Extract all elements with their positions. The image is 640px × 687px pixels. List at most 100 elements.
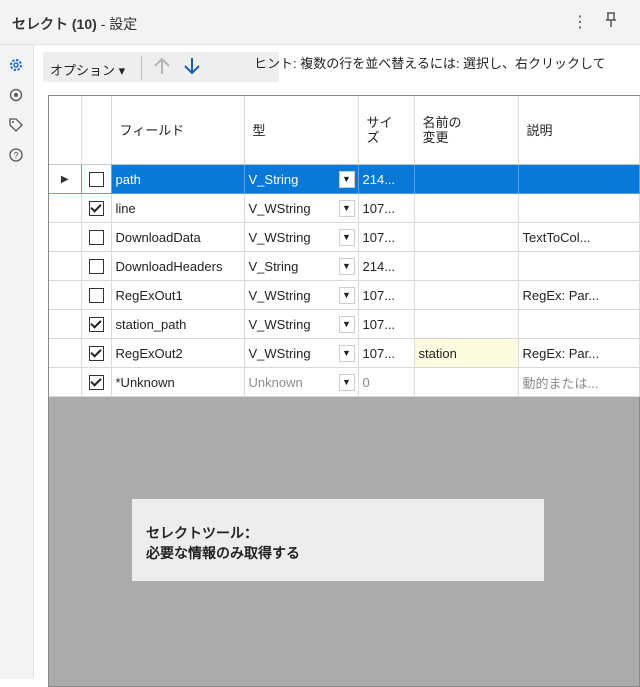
select-checkbox-cell[interactable] <box>81 164 112 194</box>
field-name-cell[interactable]: station_path <box>111 309 245 339</box>
table-row[interactable]: *Unknown Unknown ▼ 0 動的または... <box>49 367 640 397</box>
chevron-down-icon[interactable]: ▼ <box>338 200 355 217</box>
rename-cell[interactable] <box>414 193 519 223</box>
select-checkbox-cell[interactable] <box>81 338 112 368</box>
table-row[interactable]: station_path V_WString ▼ 107... <box>49 309 640 339</box>
size-cell[interactable]: 107... <box>358 309 415 339</box>
target-icon[interactable] <box>8 87 24 103</box>
gear-icon[interactable] <box>8 57 24 73</box>
chevron-down-icon[interactable]: ▼ <box>338 287 355 304</box>
header-type[interactable]: 型 <box>244 96 359 165</box>
type-cell[interactable]: V_WString ▼ <box>244 193 359 223</box>
rename-cell[interactable] <box>414 164 519 194</box>
field-name-cell[interactable]: RegExOut1 <box>111 280 245 310</box>
help-icon[interactable]: ? <box>8 147 24 163</box>
select-checkbox[interactable] <box>88 317 104 333</box>
table-row[interactable]: ▶ path V_String ▼ 214... <box>49 164 640 194</box>
field-table: フィールド 型 サイズ 名前の 変更 説明 ▶ path V_String ▼ 21… <box>49 96 640 397</box>
select-checkbox-cell[interactable] <box>81 280 112 310</box>
row-header-corner <box>49 96 82 165</box>
select-checkbox-cell[interactable] <box>81 193 112 223</box>
size-cell[interactable]: 0 <box>358 367 415 397</box>
field-name-cell[interactable]: line <box>111 193 245 223</box>
description-cell[interactable]: TextToCol... <box>518 222 640 252</box>
description-cell[interactable] <box>518 251 640 281</box>
size-cell[interactable]: 107... <box>358 280 415 310</box>
arrow-up-icon[interactable] <box>151 55 173 82</box>
select-checkbox-cell[interactable] <box>81 251 112 281</box>
table-row[interactable]: RegExOut1 V_WString ▼ 107... RegEx: Par..… <box>49 280 640 310</box>
rename-cell[interactable]: station <box>414 338 519 368</box>
tag-icon[interactable] <box>8 117 24 133</box>
table-row[interactable]: line V_WString ▼ 107... <box>49 193 640 223</box>
options-dropdown[interactable]: オプション ▾ <box>50 60 125 79</box>
size-cell[interactable]: 214... <box>358 251 415 281</box>
description-cell[interactable]: RegEx: Par... <box>518 338 640 368</box>
kebab-menu-icon[interactable]: ⋮ <box>572 12 588 32</box>
table-row[interactable]: RegExOut2 V_WString ▼ 107... station RegE… <box>49 338 640 368</box>
header-size[interactable]: サイズ <box>358 96 415 165</box>
row-header[interactable] <box>49 367 82 397</box>
select-checkbox-cell[interactable] <box>81 367 112 397</box>
description-cell[interactable] <box>518 309 640 339</box>
field-name-cell[interactable]: DownloadHeaders <box>111 251 245 281</box>
type-cell[interactable]: V_WString ▼ <box>244 338 359 368</box>
window-subtitle: - 設定 <box>100 16 138 32</box>
header-description[interactable]: 説明 <box>518 96 640 165</box>
rename-cell[interactable] <box>414 222 519 252</box>
size-cell[interactable]: 107... <box>358 338 415 368</box>
description-cell[interactable]: 動的または... <box>518 367 640 397</box>
chevron-down-icon[interactable]: ▼ <box>338 316 355 333</box>
chevron-down-icon[interactable]: ▼ <box>338 258 355 275</box>
field-name-cell[interactable]: RegExOut2 <box>111 338 245 368</box>
select-checkbox[interactable] <box>88 375 104 391</box>
row-header[interactable] <box>49 338 82 368</box>
row-pointer-icon[interactable]: ▶ <box>49 164 82 194</box>
pin-icon[interactable] <box>604 12 618 33</box>
description-cell[interactable] <box>518 193 640 223</box>
chevron-down-icon[interactable]: ▼ <box>338 171 355 188</box>
select-checkbox[interactable] <box>88 288 104 304</box>
select-checkbox[interactable] <box>88 230 104 246</box>
arrow-down-icon[interactable] <box>181 55 203 82</box>
header-field[interactable]: フィールド <box>111 96 245 165</box>
row-header[interactable] <box>49 251 82 281</box>
select-checkbox[interactable] <box>88 172 104 188</box>
header-check[interactable] <box>81 96 112 165</box>
description-cell[interactable] <box>518 164 640 194</box>
type-cell[interactable]: Unknown ▼ <box>244 367 359 397</box>
field-name-cell[interactable]: *Unknown <box>111 367 245 397</box>
chevron-down-icon[interactable]: ▼ <box>338 374 355 391</box>
row-header[interactable] <box>49 193 82 223</box>
table-row[interactable]: DownloadHeaders V_String ▼ 214... <box>49 251 640 281</box>
select-checkbox[interactable] <box>88 346 104 362</box>
description-cell[interactable]: RegEx: Par... <box>518 280 640 310</box>
select-checkbox-cell[interactable] <box>81 309 112 339</box>
select-checkbox[interactable] <box>88 259 104 275</box>
chevron-down-icon[interactable]: ▼ <box>338 345 355 362</box>
row-header[interactable] <box>49 309 82 339</box>
size-cell[interactable]: 107... <box>358 193 415 223</box>
row-header[interactable] <box>49 222 82 252</box>
rename-cell[interactable] <box>414 280 519 310</box>
size-cell[interactable]: 107... <box>358 222 415 252</box>
select-checkbox[interactable] <box>88 201 104 217</box>
rename-cell[interactable] <box>414 367 519 397</box>
row-header[interactable] <box>49 280 82 310</box>
header-rename[interactable]: 名前の 変更 <box>414 96 519 165</box>
sidebar: ? <box>0 45 34 679</box>
type-cell[interactable]: V_WString ▼ <box>244 222 359 252</box>
type-cell[interactable]: V_String ▼ <box>244 164 359 194</box>
size-cell[interactable]: 214... <box>358 164 415 194</box>
rename-cell[interactable] <box>414 309 519 339</box>
field-name-cell[interactable]: path <box>111 164 245 194</box>
annotation-line-1: セレクトツール： <box>146 525 258 541</box>
select-checkbox-cell[interactable] <box>81 222 112 252</box>
rename-cell[interactable] <box>414 251 519 281</box>
table-row[interactable]: DownloadData V_WString ▼ 107... TextToCol… <box>49 222 640 252</box>
type-cell[interactable]: V_String ▼ <box>244 251 359 281</box>
type-cell[interactable]: V_WString ▼ <box>244 309 359 339</box>
field-name-cell[interactable]: DownloadData <box>111 222 245 252</box>
chevron-down-icon[interactable]: ▼ <box>338 229 355 246</box>
type-cell[interactable]: V_WString ▼ <box>244 280 359 310</box>
